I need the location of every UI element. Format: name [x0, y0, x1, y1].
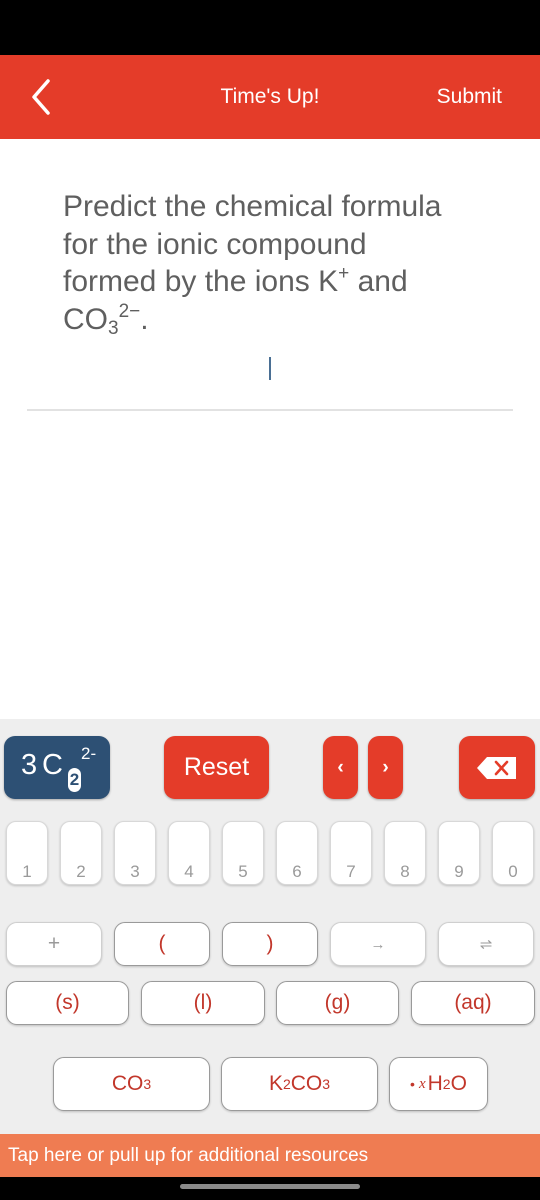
text-cursor [269, 357, 271, 380]
formula-preview-button[interactable]: 3 C 2 2- [4, 736, 110, 799]
digit-label: 0 [508, 862, 518, 881]
digit-label: 8 [400, 862, 410, 881]
home-indicator[interactable] [180, 1184, 360, 1189]
digit-key-3[interactable]: 3 [114, 821, 156, 885]
anion-subscript: 3 [108, 317, 119, 339]
cursor-left-button[interactable]: ‹ [323, 736, 358, 799]
preview-coefficient: 3 [21, 749, 38, 781]
anion-base: CO [63, 302, 108, 336]
close-paren-key[interactable]: ) [222, 922, 318, 966]
app-bar: Time's Up! Submit [0, 55, 540, 139]
digit-label: 7 [346, 862, 356, 881]
digit-key-8[interactable]: 8 [384, 821, 426, 885]
active-subscript-cursor: 2 [68, 768, 81, 792]
status-bar [0, 0, 540, 55]
question-line: Predict the chemical formula [63, 190, 442, 223]
state-key-aqueous[interactable]: (aq) [411, 981, 535, 1025]
hydrate-key[interactable]: • x H 2 O [389, 1057, 488, 1111]
system-nav-area [0, 1177, 540, 1200]
equilibrium-arrow-key[interactable]: ⇌ [438, 922, 534, 966]
digit-label: 5 [238, 862, 248, 881]
question-line: for the ionic compound [63, 227, 367, 261]
digit-label: 9 [454, 862, 464, 881]
digit-key-0[interactable]: 0 [492, 821, 534, 885]
delete-button[interactable] [459, 736, 535, 799]
species-text: CO [111, 1072, 144, 1095]
digit-key-2[interactable]: 2 [60, 821, 102, 885]
answer-input[interactable] [27, 339, 513, 411]
open-paren-key[interactable]: ( [114, 922, 210, 966]
question-text-part: formed by the ions K [63, 265, 339, 298]
backspace-icon [477, 756, 516, 779]
digit-key-7[interactable]: 7 [330, 821, 372, 885]
species-key-co3[interactable]: CO 3 [53, 1057, 210, 1111]
digit-key-9[interactable]: 9 [438, 821, 480, 885]
anion-charge: 2− [118, 300, 141, 322]
additional-resources-bar[interactable]: Tap here or pull up for additional resou… [0, 1134, 540, 1177]
digit-label: 1 [22, 862, 32, 881]
cursor-right-button[interactable]: › [368, 736, 403, 799]
preview-element: C [42, 749, 63, 781]
digit-key-5[interactable]: 5 [222, 821, 264, 885]
question-area: Predict the chemical formula for the ion… [0, 139, 540, 719]
plus-key[interactable]: + [6, 922, 102, 966]
state-key-solid[interactable]: (s) [6, 981, 129, 1025]
digit-key-6[interactable]: 6 [276, 821, 318, 885]
reset-button[interactable]: Reset [164, 736, 269, 799]
hydrate-x: x [418, 1075, 426, 1092]
question-line: CO32−. [63, 301, 503, 339]
digit-label: 4 [184, 862, 194, 881]
end-punctuation: . [140, 302, 149, 336]
hydrate-dot: • [410, 1076, 415, 1092]
species-text: H [427, 1072, 443, 1095]
title-text: Time's Up! [220, 85, 320, 108]
preview-charge: 2- [81, 744, 97, 763]
chemistry-keypad: 3 C 2 2- Reset ‹ › 1 2 3 4 5 6 7 8 9 0 +… [0, 719, 540, 1134]
digit-row: 1 2 3 4 5 6 7 8 9 0 [6, 821, 540, 885]
digit-label: 6 [292, 862, 302, 881]
reaction-arrow-key[interactable]: → [330, 922, 426, 966]
question-text: Predict the chemical formula for the ion… [63, 188, 503, 338]
species-text: O [450, 1072, 467, 1095]
digit-key-4[interactable]: 4 [168, 821, 210, 885]
species-text: CO [290, 1072, 323, 1095]
species-key-k2co3[interactable]: K 2 CO 3 [221, 1057, 378, 1111]
cation-charge: + [338, 263, 350, 284]
chevron-right-icon: › [382, 756, 389, 778]
state-key-gas[interactable]: (g) [276, 981, 399, 1025]
digit-label: 2 [76, 862, 86, 881]
digit-key-1[interactable]: 1 [6, 821, 48, 885]
question-line: formed by the ions K+ and [63, 263, 503, 301]
state-key-liquid[interactable]: (l) [141, 981, 265, 1025]
species-text: K [268, 1072, 283, 1095]
digit-label: 3 [130, 862, 140, 881]
submit-button[interactable]: Submit [437, 85, 502, 109]
chevron-left-icon: ‹ [337, 756, 344, 778]
question-text-part: and [349, 265, 408, 298]
